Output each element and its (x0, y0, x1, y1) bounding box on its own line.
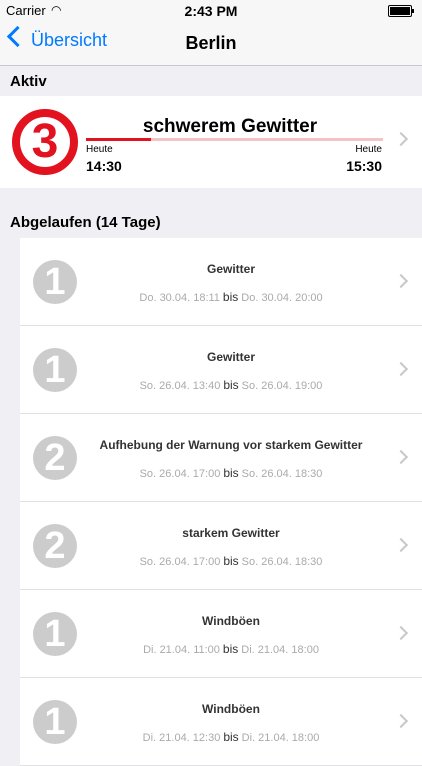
warning-title: starkem Gewitter (182, 526, 280, 540)
list-item[interactable]: 2 Aufhebung der Warnung vor starkem Gewi… (20, 414, 422, 502)
from-time: So. 26.04. 17:00 (139, 556, 221, 568)
from-time: So. 26.04. 13:40 (139, 380, 221, 392)
warning-title: Windböen (202, 702, 260, 716)
to-time: Do. 30.04. 20:00 (241, 292, 323, 304)
warning-time-range: So. 26.04. 17:00 bis So. 26.04. 18:30 (86, 466, 376, 480)
warning-title: Gewitter (206, 262, 255, 276)
list-item[interactable]: 1 Windböen Di. 21.04. 12:30 bis Di. 21.04.… (20, 678, 422, 766)
to-time: Di. 21.04. 18:00 (241, 644, 319, 656)
warning-level-badge: 3 (12, 109, 78, 175)
warning-level-number: 3 (20, 117, 70, 167)
warning-time-range: Di. 21.04. 11:00 bis Di. 21.04. 18:00 (86, 642, 376, 656)
section-header-active: Aktiv (10, 73, 47, 90)
warning-level-badge: 2 (33, 524, 77, 568)
warning-level-badge: 2 (33, 436, 77, 480)
warning-level-badge: 1 (33, 260, 77, 304)
warning-time-range: So. 26.04. 17:00 bis So. 26.04. 18:30 (86, 554, 376, 568)
warning-time-range: Do. 30.04. 18:11 bis Do. 30.04. 20:00 (86, 290, 376, 304)
list-item[interactable]: 1 Gewitter Do. 30.04. 18:11 bis Do. 30.04.… (20, 238, 422, 326)
list-item[interactable]: 1 Gewitter So. 26.04. 13:40 bis So. 26.04.… (20, 326, 422, 414)
page-title: Berlin (185, 33, 237, 53)
chevron-right-icon (393, 273, 409, 289)
active-warning-title: schwerem Gewitter (142, 116, 318, 137)
status-bar: Carrier ◠ 2:43 PM (0, 0, 422, 22)
chevron-right-icon (393, 537, 409, 553)
warning-progress-fill (86, 138, 152, 141)
start-time: 14:30 (86, 158, 122, 174)
list-item[interactable]: 2 starkem Gewitter So. 26.04. 17:00 bis So… (20, 502, 422, 590)
to-time: So. 26.04. 18:30 (241, 468, 323, 480)
expired-warnings-list: 1 Gewitter Do. 30.04. 18:11 bis Do. 30.04.… (20, 238, 422, 766)
bis-label: bis (223, 730, 239, 744)
battery-icon (388, 5, 414, 17)
warning-level-badge: 1 (33, 612, 77, 656)
from-time: Di. 21.04. 12:30 (142, 732, 221, 744)
navigation-bar: Übersicht Berlin (0, 22, 422, 66)
end-day-label: Heute (355, 144, 382, 155)
end-time: 15:30 (346, 158, 382, 174)
bis-label: bis (223, 378, 239, 392)
from-time: Di. 21.04. 11:00 (143, 644, 220, 656)
warning-title: Aufhebung der Warnung vor starkem Gewitt… (99, 438, 363, 452)
chevron-right-icon (393, 713, 409, 729)
bis-label: bis (223, 466, 239, 480)
chevron-right-icon (393, 625, 409, 641)
chevron-right-icon (393, 131, 409, 147)
list-item[interactable]: 1 Windböen Di. 21.04. 11:00 bis Di. 21.04.… (20, 590, 422, 678)
to-time: Di. 21.04. 18:00 (241, 732, 320, 744)
warning-level-badge: 1 (33, 700, 77, 744)
warning-time-range: Di. 21.04. 12:30 bis Di. 21.04. 18:00 (86, 730, 376, 744)
bis-label: bis (222, 290, 239, 304)
bis-label: bis (223, 554, 239, 568)
warning-title: Gewitter (206, 350, 255, 364)
bis-label: bis (222, 642, 239, 656)
start-day-label: Heute (86, 144, 113, 155)
warning-progress-bar (86, 138, 383, 141)
status-time: 2:43 PM (184, 3, 238, 19)
from-time: Do. 30.04. 18:11 (139, 292, 220, 304)
warning-title: Windböen (202, 614, 260, 628)
to-time: So. 26.04. 19:00 (241, 380, 323, 392)
section-header-expired: Abgelaufen (14 Tage) (10, 214, 161, 231)
warning-level-badge: 1 (33, 348, 77, 392)
chevron-right-icon (393, 361, 409, 377)
chevron-right-icon (393, 449, 409, 465)
active-warning-row[interactable]: 3 schwerem Gewitter Heute 14:30 Heute 15… (0, 96, 422, 188)
to-time: So. 26.04. 18:30 (241, 556, 323, 568)
warning-time-range: So. 26.04. 13:40 bis So. 26.04. 19:00 (86, 378, 376, 392)
from-time: So. 26.04. 17:00 (139, 468, 221, 480)
